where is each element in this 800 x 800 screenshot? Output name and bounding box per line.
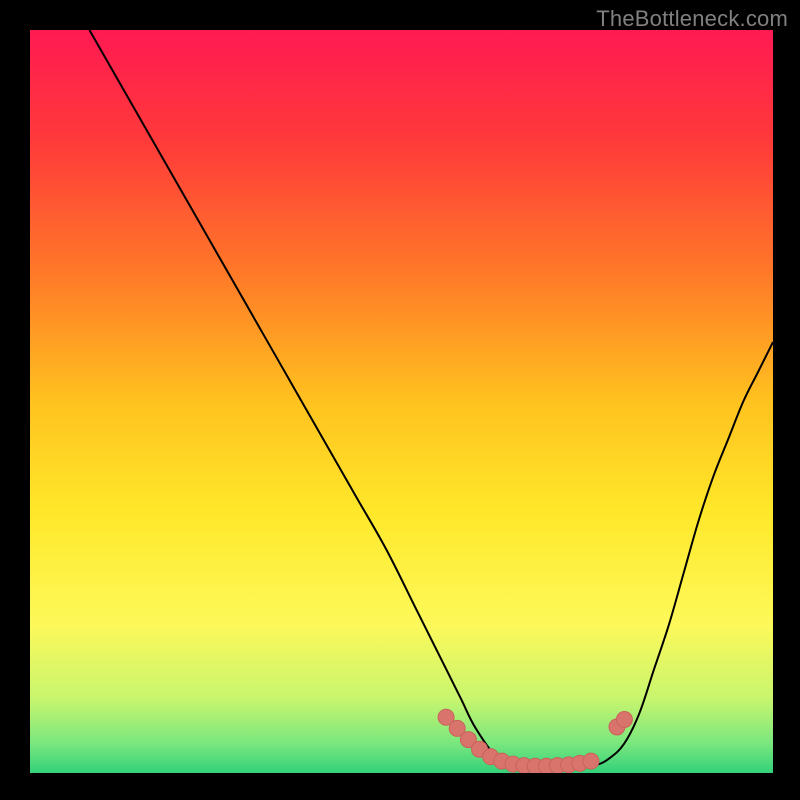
chart-frame: TheBottleneck.com bbox=[0, 0, 800, 800]
gradient-background bbox=[30, 30, 773, 773]
data-marker bbox=[616, 712, 632, 728]
data-marker bbox=[583, 753, 599, 769]
watermark-text: TheBottleneck.com bbox=[596, 6, 788, 32]
plot-area bbox=[30, 30, 773, 773]
chart-svg bbox=[30, 30, 773, 773]
